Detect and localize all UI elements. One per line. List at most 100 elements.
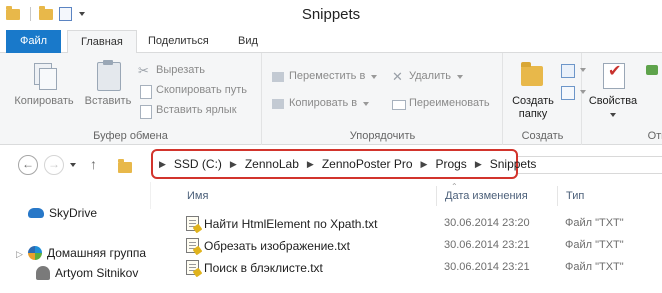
file-type: Файл "TXT" — [565, 261, 624, 273]
nav-item-user[interactable]: Artyom Sitnikov — [36, 266, 138, 280]
copy-path-label: Скопировать путь — [156, 84, 247, 96]
ribbon: Копировать Вставить Вырезать Скопировать… — [0, 53, 662, 145]
title-bar: Snippets — [0, 0, 662, 30]
nav-item-label: Домашняя группа — [47, 246, 147, 260]
file-row[interactable]: Найти HtmlElement по Xpath.txt 30.06.201… — [150, 212, 662, 234]
arrow-right-icon: → — [48, 157, 60, 171]
copy-path-icon — [138, 84, 152, 99]
up-button[interactable]: ↑ — [90, 156, 97, 172]
organize-group: Переместить в Копировать в Удалить Переи… — [263, 53, 503, 145]
tab-home[interactable]: Главная — [67, 30, 137, 54]
move-to-label: Переместить в — [289, 70, 366, 82]
delete-label: Удалить — [409, 70, 451, 82]
text-file-icon — [186, 216, 199, 231]
scissors-icon — [138, 62, 152, 79]
new-folder-icon — [517, 59, 549, 91]
open-icon — [645, 63, 659, 77]
arrow-up-icon: ↑ — [90, 156, 97, 172]
chevron-right-icon[interactable]: ▶ — [301, 159, 320, 170]
copy-button[interactable]: Копировать — [12, 59, 76, 108]
cut-button[interactable]: Вырезать — [138, 62, 205, 79]
file-row[interactable]: Обрезать изображение.txt 30.06.2014 23:2… — [150, 234, 662, 256]
file-date: 30.06.2014 23:21 — [444, 239, 530, 251]
properties-button[interactable]: Свойства — [587, 59, 639, 121]
move-to-icon — [271, 70, 285, 84]
open-group: Свойства Отк — [583, 53, 662, 145]
column-header-name[interactable]: Имя — [187, 190, 208, 202]
chevron-down-icon — [457, 74, 463, 79]
easy-access-icon — [560, 85, 575, 100]
organize-group-label: Упорядочить — [349, 130, 416, 142]
new-group: Создать папку Создать — [504, 53, 586, 145]
file-date: 30.06.2014 23:21 — [444, 261, 530, 273]
column-divider[interactable] — [557, 186, 558, 206]
copy-to-icon — [271, 97, 285, 111]
new-folder-label-line1: Создать — [512, 95, 554, 107]
file-name-cell: Найти HtmlElement по Xpath.txt — [186, 216, 377, 231]
delete-icon — [391, 68, 405, 85]
copy-icon — [28, 59, 60, 91]
expand-chevron-icon[interactable]: ▷ — [16, 249, 23, 260]
nav-item-homegroup[interactable]: Домашняя группа — [28, 246, 146, 260]
copy-label: Копировать — [14, 95, 74, 107]
rename-label: Переименовать — [409, 97, 490, 109]
text-file-icon — [186, 238, 199, 253]
ribbon-tabs: Файл Главная Поделиться Вид — [0, 30, 662, 54]
new-group-label: Создать — [521, 130, 564, 142]
file-name: Обрезать изображение.txt — [204, 238, 350, 253]
column-header-type[interactable]: Тип — [566, 190, 584, 202]
breadcrumb-zennolab[interactable]: ZennoLab — [243, 157, 301, 171]
recent-locations-chevron-icon[interactable] — [70, 163, 76, 167]
text-file-icon — [186, 260, 199, 275]
open-button[interactable] — [645, 61, 659, 78]
properties-icon — [597, 59, 629, 91]
breadcrumb-drive[interactable]: SSD (C:) — [172, 157, 224, 171]
address-bar[interactable]: ▶ SSD (C:) ▶ ZennoLab ▶ ZennoPoster Pro … — [151, 149, 536, 179]
nav-item-label: Artyom Sitnikov — [55, 266, 139, 280]
clipboard-icon — [92, 59, 124, 91]
forward-button[interactable]: → — [44, 155, 64, 175]
chevron-right-icon[interactable]: ▶ — [224, 159, 243, 170]
chevron-right-icon: ▶ — [159, 158, 166, 169]
clipboard-group-label: Буфер обмена — [93, 130, 168, 142]
paste-label: Вставить — [84, 95, 132, 107]
paste-button[interactable]: Вставить — [80, 59, 136, 108]
open-group-label: Отк — [647, 130, 662, 142]
paste-shortcut-icon — [138, 104, 152, 119]
move-to-button[interactable]: Переместить в — [271, 68, 378, 85]
file-type: Файл "TXT" — [565, 239, 624, 251]
user-icon — [36, 266, 50, 280]
folder-icon — [118, 159, 132, 173]
file-name-cell: Обрезать изображение.txt — [186, 238, 350, 253]
nav-item-skydrive[interactable]: SkyDrive — [28, 206, 97, 220]
column-header-date[interactable]: Дата изменения — [445, 190, 528, 202]
breadcrumb-progs[interactable]: Progs — [433, 157, 468, 171]
clipboard-group: Копировать Вставить Вырезать Скопировать… — [0, 53, 262, 145]
chevron-right-icon[interactable]: ▶ — [469, 159, 488, 170]
back-button[interactable]: ← — [18, 155, 38, 175]
file-name-cell: Поиск в блэклисте.txt — [186, 260, 323, 275]
cloud-icon — [28, 208, 44, 218]
rename-icon — [391, 97, 406, 111]
tab-file[interactable]: Файл — [6, 30, 62, 53]
delete-button[interactable]: Удалить — [391, 68, 463, 85]
file-row[interactable]: Поиск в блэклисте.txt 30.06.2014 23:21 Ф… — [150, 256, 662, 278]
window-title: Snippets — [301, 6, 361, 23]
arrow-left-icon: ← — [22, 157, 34, 171]
paste-shortcut-button[interactable]: Вставить ярлык — [138, 102, 237, 119]
rename-button[interactable]: Переименовать — [391, 95, 490, 112]
properties-label: Свойства — [588, 95, 638, 107]
navigation-pane: SkyDrive ▷ Домашняя группа Artyom Sitnik… — [0, 182, 150, 293]
new-folder-button[interactable]: Создать папку — [508, 59, 558, 121]
tab-share[interactable]: Поделиться — [135, 30, 222, 53]
file-type: Файл "TXT" — [565, 217, 624, 229]
column-divider[interactable] — [436, 186, 437, 206]
tab-view[interactable]: Вид — [225, 30, 271, 53]
new-item-icon — [560, 63, 575, 78]
copy-path-button[interactable]: Скопировать путь — [138, 82, 247, 99]
breadcrumb-zennoposter-pro[interactable]: ZennoPoster Pro — [320, 157, 415, 171]
address-bar-extension[interactable] — [518, 156, 662, 174]
copy-to-button[interactable]: Копировать в — [271, 95, 370, 112]
chevron-right-icon[interactable]: ▶ — [415, 159, 434, 170]
paste-shortcut-label: Вставить ярлык — [156, 104, 237, 116]
